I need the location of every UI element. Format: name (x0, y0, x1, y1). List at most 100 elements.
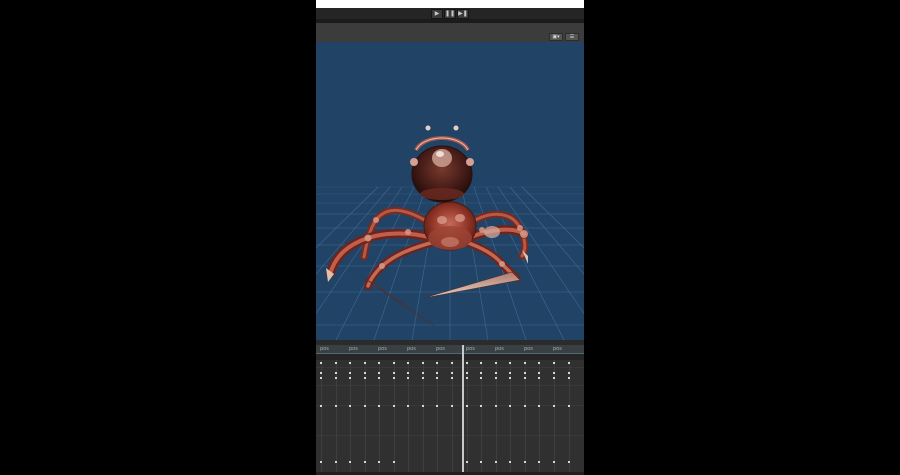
keyframe[interactable] (407, 377, 409, 379)
keyframe[interactable] (524, 377, 526, 379)
keyframe[interactable] (553, 377, 555, 379)
keyframe[interactable] (480, 461, 482, 463)
keyframe[interactable] (407, 362, 409, 364)
keyframe[interactable] (568, 461, 570, 463)
keyframe[interactable] (466, 372, 468, 374)
ruler-tick-label: pos (524, 346, 533, 352)
keyframe[interactable] (495, 461, 497, 463)
keyframe[interactable] (335, 362, 337, 364)
keyframe[interactable] (349, 377, 351, 379)
keyframe[interactable] (393, 372, 395, 374)
keyframe[interactable] (436, 405, 438, 407)
keyframe[interactable] (320, 372, 322, 374)
keyframe[interactable] (364, 377, 366, 379)
keyframe[interactable] (568, 405, 570, 407)
spider-creature-model[interactable] (325, 125, 529, 327)
keyframe[interactable] (495, 377, 497, 379)
timeline-event-row[interactable] (316, 354, 584, 360)
keyframe[interactable] (509, 461, 511, 463)
scene-viewport[interactable] (316, 42, 584, 340)
scene-view-toolbar: ▣▾ ☰ (316, 23, 584, 43)
keyframe[interactable] (422, 405, 424, 407)
keyframe[interactable] (553, 362, 555, 364)
keyframe[interactable] (553, 405, 555, 407)
keyframe[interactable] (568, 362, 570, 364)
keyframe[interactable] (378, 372, 380, 374)
keyframe[interactable] (568, 372, 570, 374)
keyframe[interactable] (451, 405, 453, 407)
gizmos-dropdown[interactable]: ▣▾ (549, 33, 563, 41)
keyframe[interactable] (524, 372, 526, 374)
timeline-ruler[interactable]: pos pos pos pos pos pos pos pos pos (316, 345, 584, 354)
keyframe[interactable] (378, 362, 380, 364)
ruler-tick-label: pos (378, 346, 387, 352)
keyframe[interactable] (320, 377, 322, 379)
keyframe[interactable] (364, 372, 366, 374)
keyframe[interactable] (553, 461, 555, 463)
keyframe[interactable] (538, 362, 540, 364)
keyframe[interactable] (364, 362, 366, 364)
keyframe[interactable] (480, 377, 482, 379)
keyframe[interactable] (320, 362, 322, 364)
keyframe[interactable] (495, 405, 497, 407)
keyframe[interactable] (451, 372, 453, 374)
step-button[interactable]: ▶❚ (457, 8, 469, 19)
keyframe[interactable] (393, 362, 395, 364)
keyframe[interactable] (509, 362, 511, 364)
keyframe[interactable] (407, 372, 409, 374)
keyframe[interactable] (480, 372, 482, 374)
keyframe[interactable] (320, 405, 322, 407)
keyframe[interactable] (349, 372, 351, 374)
keyframe[interactable] (422, 362, 424, 364)
keyframe[interactable] (466, 405, 468, 407)
keyframe[interactable] (349, 461, 351, 463)
keyframe[interactable] (320, 461, 322, 463)
keyframe[interactable] (335, 405, 337, 407)
keyframe[interactable] (378, 405, 380, 407)
scene-menu-button[interactable]: ☰ (565, 33, 579, 41)
keyframe[interactable] (509, 377, 511, 379)
keyframe[interactable] (538, 461, 540, 463)
keyframe[interactable] (364, 405, 366, 407)
keyframe[interactable] (335, 372, 337, 374)
keyframe[interactable] (378, 461, 380, 463)
keyframe[interactable] (538, 372, 540, 374)
keyframe[interactable] (451, 362, 453, 364)
keyframe[interactable] (436, 372, 438, 374)
keyframe[interactable] (524, 461, 526, 463)
keyframe[interactable] (393, 405, 395, 407)
keyframe[interactable] (364, 461, 366, 463)
keyframe[interactable] (349, 405, 351, 407)
keyframe[interactable] (335, 461, 337, 463)
keyframe[interactable] (422, 377, 424, 379)
keyframe[interactable] (451, 377, 453, 379)
keyframe[interactable] (466, 377, 468, 379)
keyframe[interactable] (335, 377, 337, 379)
timeline-playhead[interactable] (462, 345, 464, 475)
keyframe[interactable] (466, 362, 468, 364)
keyframe[interactable] (509, 405, 511, 407)
keyframe[interactable] (378, 377, 380, 379)
play-button[interactable]: ▶ (431, 8, 443, 19)
keyframe[interactable] (422, 372, 424, 374)
keyframe[interactable] (436, 362, 438, 364)
keyframe[interactable] (553, 372, 555, 374)
keyframe[interactable] (509, 372, 511, 374)
keyframe[interactable] (524, 405, 526, 407)
keyframe[interactable] (349, 362, 351, 364)
keyframe[interactable] (393, 377, 395, 379)
keyframe[interactable] (538, 377, 540, 379)
keyframe[interactable] (407, 405, 409, 407)
keyframe[interactable] (480, 362, 482, 364)
keyframe[interactable] (480, 405, 482, 407)
keyframe[interactable] (568, 377, 570, 379)
keyframe[interactable] (436, 377, 438, 379)
keyframe[interactable] (393, 461, 395, 463)
animation-timeline[interactable]: pos pos pos pos pos pos pos pos pos (316, 345, 584, 475)
keyframe[interactable] (466, 461, 468, 463)
pause-button[interactable]: ❚❚ (444, 8, 456, 19)
keyframe[interactable] (524, 362, 526, 364)
keyframe[interactable] (538, 405, 540, 407)
keyframe[interactable] (495, 372, 497, 374)
keyframe[interactable] (495, 362, 497, 364)
